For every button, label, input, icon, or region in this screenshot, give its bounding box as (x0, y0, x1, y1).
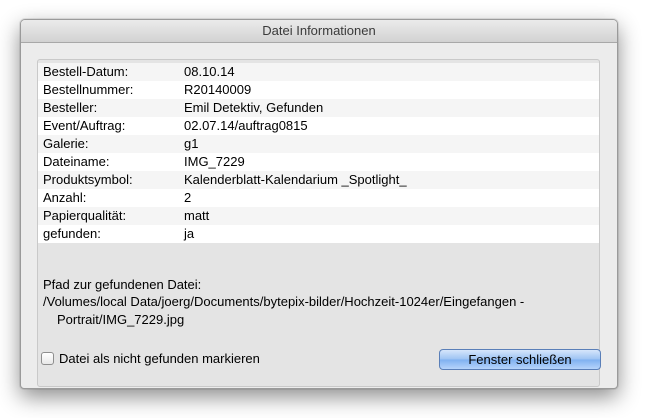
detail-label: Dateiname: (43, 154, 110, 169)
detail-label: Event/Auftrag: (43, 118, 126, 133)
not-found-checkbox[interactable] (41, 352, 54, 365)
detail-label: Papierqualität: (43, 208, 127, 223)
detail-row: Galerie: g1 (38, 135, 599, 153)
path-label: Pfad zur gefundenen Datei: (43, 277, 202, 292)
detail-row: Produktsymbol: Kalenderblatt-Kalendarium… (38, 171, 599, 189)
window-title: Datei Informationen (21, 20, 617, 43)
detail-label: Bestell-Datum: (43, 64, 129, 79)
detail-value: IMG_7229 (184, 154, 245, 169)
info-panel: Bestell-Datum: 08.10.14 Bestellnummer: R… (37, 59, 600, 387)
detail-row: Event/Auftrag: 02.07.14/auftrag0815 (38, 117, 599, 135)
detail-label: Bestellnummer: (43, 82, 134, 97)
detail-row: Anzahl: 2 (38, 189, 599, 207)
detail-value: 2 (184, 190, 192, 205)
detail-row: gefunden: ja (38, 225, 599, 243)
detail-label: Produktsymbol: (43, 172, 133, 187)
file-info-dialog: Datei Informationen Bestell-Datum: 08.10… (20, 19, 618, 389)
detail-row: Bestellnummer: R20140009 (38, 81, 599, 99)
detail-value: Emil Detektiv, Gefunden (184, 100, 324, 115)
detail-label: Anzahl: (43, 190, 87, 205)
path-value: /Volumes/local Data/joerg/Documents/byte… (43, 293, 603, 329)
detail-value: ja (184, 226, 195, 241)
detail-value: R20140009 (184, 82, 252, 97)
path-line-2: Portrait/IMG_7229.jpg (57, 312, 185, 327)
detail-value: g1 (184, 136, 199, 151)
detail-label: Galerie: (43, 136, 89, 151)
detail-label: gefunden: (43, 226, 101, 241)
detail-value: matt (184, 208, 210, 223)
detail-row: Papierqualität: matt (38, 207, 599, 225)
detail-row: Dateiname: IMG_7229 (38, 153, 599, 171)
not-found-checkbox-row[interactable]: Datei als nicht gefunden markieren (41, 351, 260, 366)
detail-value: 08.10.14 (184, 64, 235, 79)
detail-value: 02.07.14/auftrag0815 (184, 118, 308, 133)
detail-row: Besteller: Emil Detektiv, Gefunden (38, 99, 599, 117)
not-found-checkbox-label[interactable]: Datei als nicht gefunden markieren (59, 351, 260, 366)
detail-value: Kalenderblatt-Kalendarium _Spotlight_ (184, 172, 407, 187)
detail-row: Bestell-Datum: 08.10.14 (38, 63, 599, 81)
detail-label: Besteller: (43, 100, 98, 115)
path-line-1: /Volumes/local Data/joerg/Documents/byte… (43, 294, 525, 309)
details-table: Bestell-Datum: 08.10.14 Bestellnummer: R… (38, 63, 599, 243)
close-window-button[interactable]: Fenster schließen (439, 349, 601, 370)
